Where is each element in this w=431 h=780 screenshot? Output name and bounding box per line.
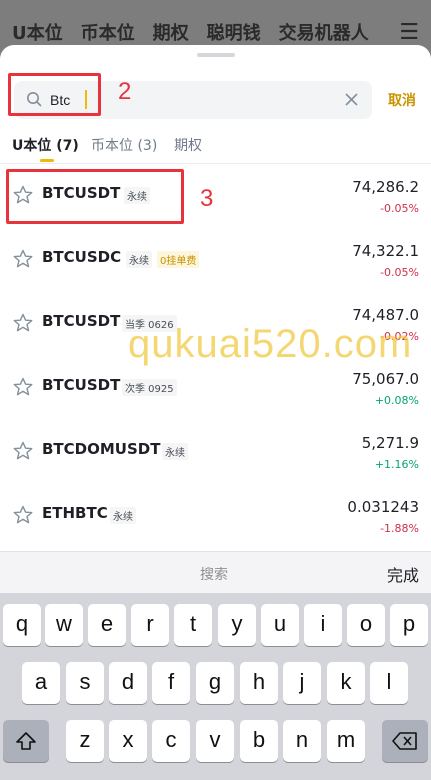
star-icon[interactable]: [13, 313, 33, 333]
keyboard: q w e r t y u i o p a s d f g h j k l z …: [0, 593, 431, 780]
cancel-button[interactable]: 取消: [388, 90, 416, 110]
list-item[interactable]: BTCDOMUSDT 永续 5,271.9 +1.16%: [0, 420, 431, 484]
key-r[interactable]: r: [131, 604, 169, 646]
key-o[interactable]: o: [347, 604, 385, 646]
key-y[interactable]: y: [218, 604, 256, 646]
key-i[interactable]: i: [304, 604, 342, 646]
symbol-label: BTCDOMUSDT: [42, 440, 161, 458]
active-tab-indicator: [40, 159, 54, 162]
key-t[interactable]: t: [174, 604, 212, 646]
price-change: -0.05%: [380, 266, 419, 279]
category-tabs: U本位 (7) 币本位 (3) 期权: [0, 131, 431, 165]
price-change: -0.05%: [380, 202, 419, 215]
price-change: -0.02%: [380, 330, 419, 343]
bg-tab-coinm: 币本位: [80, 23, 135, 44]
bg-tab-options: 期权: [152, 23, 189, 44]
key-f[interactable]: f: [152, 662, 190, 704]
bg-tab-smart-money: 聪明钱: [206, 23, 261, 44]
key-q[interactable]: q: [3, 604, 41, 646]
keyboard-toolbar: 搜索 完成: [0, 551, 431, 593]
annotation-box-first-result: [6, 169, 184, 224]
symbol-label: BTCUSDC: [42, 248, 122, 266]
price-change: +1.16%: [374, 458, 419, 471]
list-item[interactable]: BTCUSDT 当季 0626 74,487.0 -0.02%: [0, 292, 431, 356]
keyboard-search-label: 搜索: [200, 567, 228, 583]
last-price: 74,322.1: [352, 242, 419, 260]
key-k[interactable]: k: [327, 662, 365, 704]
key-p[interactable]: p: [390, 604, 428, 646]
list-item[interactable]: ETHBTC 永续 0.031243 -1.88%: [0, 484, 431, 548]
list-item[interactable]: BTCUSDC 永续 0挂单费 74,322.1 -0.05%: [0, 228, 431, 292]
star-icon[interactable]: [13, 441, 33, 461]
key-s[interactable]: s: [66, 662, 104, 704]
key-l[interactable]: l: [370, 662, 408, 704]
contract-tag: 永续: [110, 507, 136, 524]
keyboard-done-button[interactable]: 完成: [387, 562, 419, 586]
annotation-number-search: 2: [118, 78, 132, 105]
sheet-grabber[interactable]: [197, 53, 235, 57]
key-n[interactable]: n: [283, 720, 321, 762]
bg-tab-usdm: U本位: [12, 23, 63, 44]
key-w[interactable]: w: [45, 604, 83, 646]
contract-tag: 次季 0925: [122, 379, 177, 396]
shift-icon: [16, 732, 36, 750]
key-z[interactable]: z: [66, 720, 104, 762]
key-e[interactable]: e: [88, 604, 126, 646]
key-h[interactable]: h: [240, 662, 278, 704]
tab-coinm[interactable]: 币本位 (3): [91, 135, 157, 155]
delete-icon: [392, 732, 417, 750]
key-x[interactable]: x: [109, 720, 147, 762]
star-icon[interactable]: [13, 249, 33, 269]
delete-key[interactable]: [382, 720, 428, 762]
tab-options[interactable]: 期权: [174, 135, 202, 155]
bg-tab-trading-bots: 交易机器人: [278, 23, 369, 44]
zero-maker-fee-tag: 0挂单费: [157, 251, 200, 268]
list-item[interactable]: BTCUSDT 次季 0925 75,067.0 +0.08%: [0, 356, 431, 420]
shift-key[interactable]: [3, 720, 49, 762]
last-price: 0.031243: [347, 498, 419, 516]
symbol-label: BTCUSDT: [42, 376, 121, 394]
annotation-box-search: [8, 73, 101, 116]
star-icon[interactable]: [13, 505, 33, 525]
key-c[interactable]: c: [152, 720, 190, 762]
contract-tag: 永续: [162, 443, 188, 460]
tab-usdm[interactable]: U本位 (7): [12, 135, 79, 155]
contract-tag: 永续: [126, 251, 152, 268]
contract-tag: 当季 0626: [122, 315, 177, 332]
star-icon[interactable]: [13, 377, 33, 397]
menu-icon: ☰: [399, 19, 419, 45]
key-j[interactable]: j: [283, 662, 321, 704]
key-m[interactable]: m: [327, 720, 365, 762]
price-change: -1.88%: [380, 522, 419, 535]
symbol-label: ETHBTC: [42, 504, 108, 522]
clear-icon[interactable]: [344, 92, 359, 107]
key-g[interactable]: g: [196, 662, 234, 704]
last-price: 74,286.2: [352, 178, 419, 196]
key-d[interactable]: d: [109, 662, 147, 704]
symbol-label: BTCUSDT: [42, 312, 121, 330]
key-u[interactable]: u: [261, 604, 299, 646]
last-price: 74,487.0: [352, 306, 419, 324]
last-price: 5,271.9: [361, 434, 419, 452]
key-a[interactable]: a: [22, 662, 60, 704]
price-change: +0.08%: [374, 394, 419, 407]
key-b[interactable]: b: [240, 720, 278, 762]
annotation-number-first-result: 3: [200, 185, 214, 212]
last-price: 75,067.0: [352, 370, 419, 388]
key-v[interactable]: v: [196, 720, 234, 762]
